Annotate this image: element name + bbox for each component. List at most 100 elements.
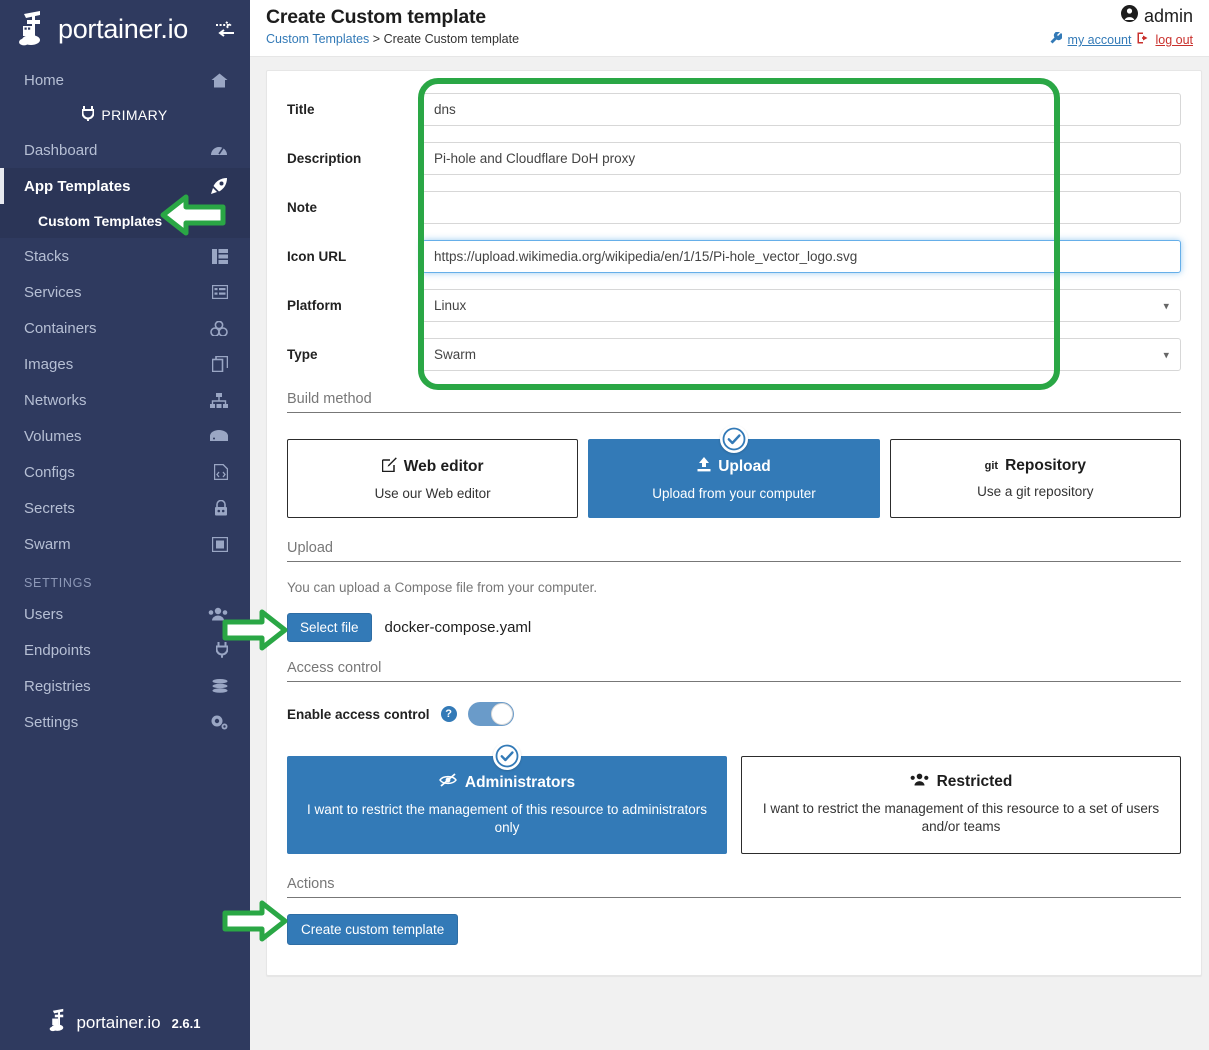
volumes-icon: [206, 430, 228, 442]
section-heading-actions: Actions: [287, 876, 1181, 899]
access-option-administrators[interactable]: Administrators I want to restrict the ma…: [287, 742, 727, 855]
sidebar-item-label: Dashboard: [24, 141, 98, 159]
networks-icon: [206, 392, 228, 408]
sidebar-nav: Home PRIMARY Dashboard App Templates Cus…: [0, 58, 250, 740]
sidebar-item-services[interactable]: Services: [0, 274, 250, 310]
sidebar-item-dashboard[interactable]: Dashboard: [0, 132, 250, 168]
form-row-platform: Platform ▾: [267, 281, 1201, 330]
upload-hint: You can upload a Compose file from your …: [287, 580, 598, 595]
containers-icon: [206, 320, 228, 336]
sidebar-item-label: Settings: [24, 713, 79, 731]
sidebar-item-label: Custom Templates: [38, 213, 163, 229]
build-method-title: Repository: [1005, 457, 1087, 474]
check-circle-icon: [719, 425, 748, 453]
sidebar-item-registries[interactable]: Registries: [0, 668, 250, 704]
user-circle-icon: [1120, 5, 1138, 27]
wrench-icon: [1050, 31, 1063, 49]
sidebar-item-label: Services: [24, 283, 82, 301]
sidebar-item-label: Registries: [24, 677, 91, 695]
sidebar-item-label: Endpoints: [24, 641, 91, 659]
note-input[interactable]: [422, 191, 1181, 224]
enable-access-control-label: Enable access control: [287, 706, 430, 722]
build-method-subtitle: Use a git repository: [977, 484, 1094, 499]
access-option-subtitle: I want to restrict the management of thi…: [307, 802, 707, 836]
sidebar-item-label: Swarm: [24, 535, 71, 553]
build-method-repository[interactable]: git Repository Use a git repository: [889, 439, 1181, 518]
access-option-title: Restricted: [936, 773, 1013, 790]
selected-file-name: docker-compose.yaml: [384, 619, 532, 636]
sidebar-item-label: Secrets: [24, 499, 75, 517]
sidebar-item-home[interactable]: Home: [0, 62, 250, 98]
description-input[interactable]: [422, 142, 1181, 175]
configs-icon: [206, 464, 228, 480]
access-option-title: Administrators: [464, 773, 576, 791]
sidebar-item-label: Networks: [24, 391, 87, 409]
sidebar-item-label: Users: [24, 605, 64, 623]
sidebar-item-label: Images: [24, 355, 74, 373]
sidebar-item-endpoints[interactable]: Endpoints: [0, 632, 250, 668]
log-out-link[interactable]: log out: [1155, 33, 1193, 47]
enable-access-control-toggle[interactable]: [467, 702, 514, 726]
sidebar-item-configs[interactable]: Configs: [0, 454, 250, 490]
sidebar-item-secrets[interactable]: Secrets: [0, 490, 250, 526]
sidebar-item-label: Stacks: [24, 247, 70, 265]
create-custom-template-button[interactable]: Create custom template: [287, 914, 459, 946]
sidebar-item-label: App Templates: [24, 177, 131, 195]
question-mark-icon[interactable]: ?: [440, 706, 457, 722]
gears-icon: [206, 714, 228, 730]
field-label: Type: [287, 347, 318, 362]
sidebar-item-label: Containers: [24, 319, 97, 337]
dashboard-icon: [206, 143, 228, 157]
build-method-title: Web editor: [403, 458, 484, 475]
sidebar-item-users[interactable]: Users: [0, 596, 250, 632]
sidebar-primary-endpoint[interactable]: PRIMARY: [0, 98, 250, 132]
sidebar-item-swarm[interactable]: Swarm: [0, 526, 250, 562]
form-row-description: Description: [267, 134, 1201, 183]
type-select[interactable]: [422, 338, 1181, 371]
sidebar-item-app-templates[interactable]: App Templates: [0, 168, 250, 204]
users-icon: [206, 607, 228, 621]
database-icon: [206, 679, 228, 693]
sidebar-item-custom-templates[interactable]: Custom Templates: [0, 204, 250, 238]
sidebar-item-images[interactable]: Images: [0, 346, 250, 382]
user-name: admin: [1143, 5, 1193, 26]
sidebar-item-stacks[interactable]: Stacks: [0, 238, 250, 274]
select-file-button[interactable]: Select file: [287, 613, 372, 642]
sidebar-footer: portainer.io 2.6.1: [0, 1008, 250, 1038]
rocket-icon: [206, 177, 228, 195]
sidebar-item-settings[interactable]: Settings: [0, 704, 250, 740]
title-input[interactable]: [422, 93, 1181, 126]
breadcrumb-link-custom-templates[interactable]: Custom Templates: [266, 32, 369, 46]
access-option-restricted[interactable]: Restricted I want to restrict the manage…: [741, 756, 1181, 855]
plug-icon: [81, 106, 95, 124]
field-label: Icon URL: [287, 249, 347, 264]
sidebar-item-label: Home: [24, 71, 65, 89]
build-method-web-editor[interactable]: Web editor Use our Web editor: [287, 439, 579, 518]
build-method-upload[interactable]: Upload Upload from your computer: [588, 425, 880, 518]
sidebar-item-containers[interactable]: Containers: [0, 310, 250, 346]
icon-url-input[interactable]: [422, 240, 1181, 273]
sidebar-item-label: Configs: [24, 463, 75, 481]
sidebar: portainer.io Home PRIMARY Dashboard App …: [0, 0, 250, 1050]
sidebar-primary-label: PRIMARY: [101, 107, 168, 123]
images-icon: [206, 356, 228, 372]
section-heading-build-method: Build method: [287, 391, 1181, 413]
sidebar-item-networks[interactable]: Networks: [0, 382, 250, 418]
field-label: Description: [287, 151, 362, 166]
sidebar-brand[interactable]: portainer.io: [0, 0, 250, 58]
secrets-icon: [206, 500, 228, 516]
topbar: Create Custom template Custom Templates …: [250, 0, 1209, 57]
enable-access-control-row: Enable access control ?: [287, 702, 1181, 726]
sidebar-item-volumes[interactable]: Volumes: [0, 418, 250, 454]
breadcrumb-current: Create Custom template: [383, 32, 520, 46]
my-account-link[interactable]: my account: [1068, 33, 1132, 47]
collapse-toggle-icon[interactable]: [214, 20, 236, 38]
build-method-subtitle: Use our Web editor: [374, 486, 491, 501]
form-row-title: Title: [267, 85, 1201, 134]
form-row-note: Note: [267, 183, 1201, 232]
form-row-icon-url: Icon URL: [267, 232, 1201, 281]
field-label: Note: [287, 200, 317, 215]
platform-select[interactable]: [422, 289, 1181, 322]
page-title: Create Custom template: [266, 6, 486, 28]
check-circle-icon: [493, 742, 521, 770]
